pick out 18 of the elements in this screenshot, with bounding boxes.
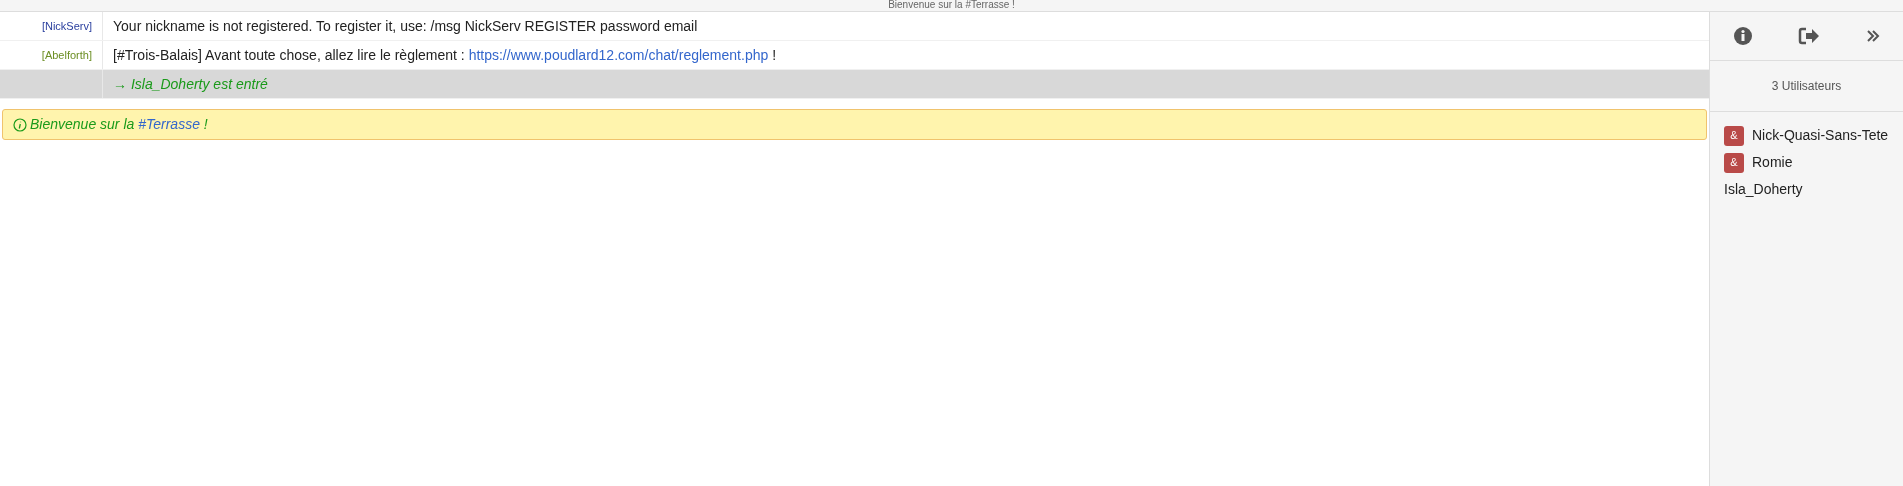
user-name[interactable]: Nick-Quasi-Sans-Tete: [1752, 125, 1889, 146]
nickname[interactable]: [Abelforth]: [0, 41, 103, 69]
welcome-notice: Bienvenue sur la #Terrasse !: [30, 115, 208, 134]
mode-badge: &: [1724, 125, 1744, 146]
message-link[interactable]: https://www.poudlard12.com/chat/reglement.php: [468, 46, 769, 63]
exit-icon[interactable]: [1798, 26, 1821, 46]
double-chevron-icon[interactable]: [1866, 28, 1881, 44]
channel-topic: Bienvenue sur la #Terrasse !: [0, 0, 1903, 12]
user-name[interactable]: Isla_Doherty: [1724, 179, 1803, 200]
info-icon[interactable]: [1732, 26, 1753, 46]
message-text: [#Trois-Balais] Avant toute chose, allez lire le règlement : https://www.poudlard12.com/chat/reglement.php !: [113, 45, 777, 65]
nickname[interactable]: [NickServ]: [0, 12, 103, 40]
user-count: 3 Utilisateurs: [1710, 61, 1903, 112]
user-name[interactable]: Romie: [1752, 152, 1793, 173]
info-icon: [13, 117, 27, 132]
message-text: Your nickname is not registered. To register it, use: /msg NickServ REGISTER password email: [113, 16, 698, 36]
join-message: → Isla_Doherty est entré: [113, 74, 268, 94]
mode-badge: &: [1724, 152, 1744, 173]
